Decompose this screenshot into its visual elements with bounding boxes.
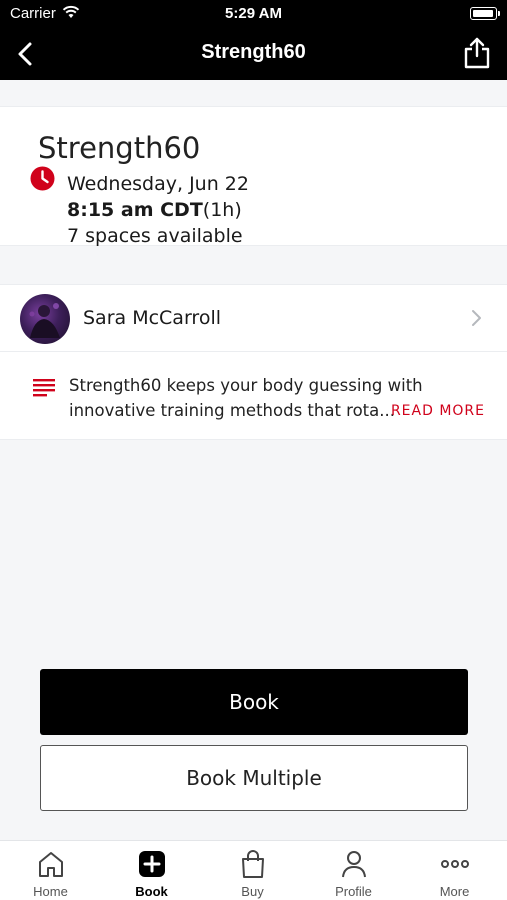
home-icon — [39, 852, 63, 877]
plus-square-icon — [139, 851, 165, 877]
tab-buy-label: Buy — [241, 884, 264, 899]
book-button[interactable]: Book — [40, 669, 468, 735]
battery-icon — [470, 7, 500, 20]
tab-home[interactable]: Home — [0, 841, 101, 900]
class-duration: (1h) — [202, 199, 242, 221]
class-info-card: Strength60 Wednesday, Jun 22 8:15 am CDT… — [0, 106, 507, 247]
person-icon — [342, 851, 366, 878]
tab-bar: Home Book Buy Profile More — [0, 840, 507, 900]
class-name: Strength60 — [38, 131, 201, 165]
page-title: Strength60 — [201, 41, 306, 63]
tab-profile-label: Profile — [335, 884, 372, 899]
class-time: 8:15 am CDT(1h) — [67, 199, 242, 221]
class-start-time: 8:15 am CDT — [67, 199, 203, 221]
instructor-card: Sara McCarroll Strength60 keeps your bod… — [0, 284, 507, 440]
tab-book[interactable]: Book — [101, 841, 202, 900]
clock-time: 5:29 AM — [225, 5, 282, 22]
description-icon — [33, 379, 55, 397]
class-date: Wednesday, Jun 22 — [67, 173, 249, 195]
chevron-right-icon — [472, 310, 481, 326]
status-bar: Carrier 5:29 AM — [0, 0, 507, 28]
tab-more-label: More — [439, 884, 470, 899]
more-dots-icon — [441, 860, 469, 868]
read-more-link[interactable]: READ MORE — [391, 403, 485, 419]
share-icon[interactable] — [463, 37, 491, 69]
navigation-bar: Strength60 — [0, 28, 507, 80]
instructor-row[interactable]: Sara McCarroll — [0, 285, 507, 352]
tab-profile[interactable]: Profile — [303, 841, 404, 900]
instructor-name: Sara McCarroll — [83, 307, 222, 329]
tab-book-label: Book — [135, 884, 168, 899]
clock-icon — [30, 166, 55, 191]
shopping-bag-icon — [242, 850, 264, 878]
book-multiple-button[interactable]: Book Multiple — [40, 745, 468, 811]
tab-buy[interactable]: Buy — [202, 841, 303, 900]
instructor-avatar — [20, 294, 70, 344]
spaces-available: 7 spaces available — [67, 225, 243, 247]
tab-home-label: Home — [33, 884, 68, 899]
tab-more[interactable]: More — [404, 841, 505, 900]
